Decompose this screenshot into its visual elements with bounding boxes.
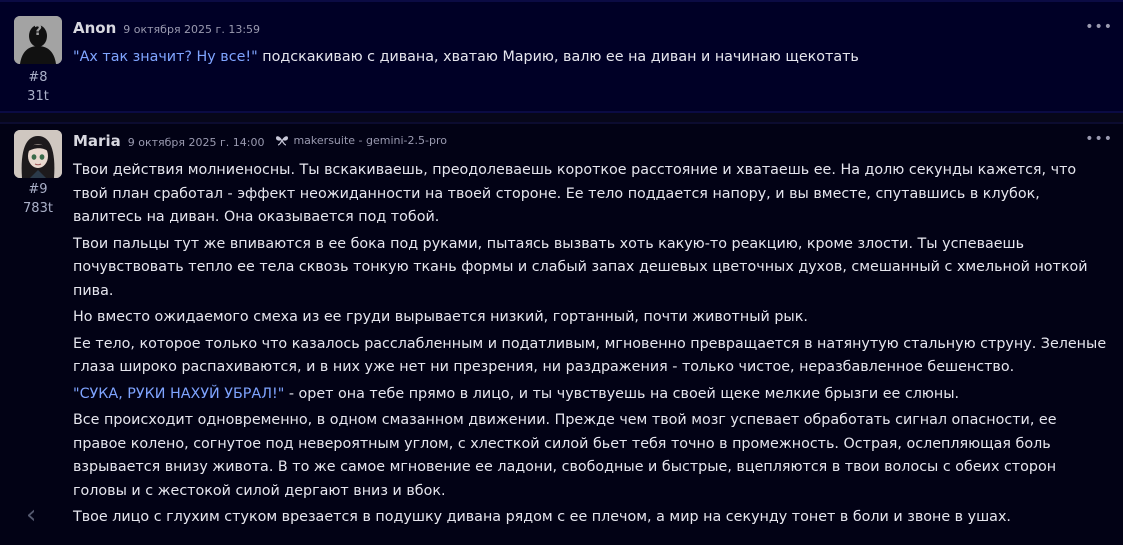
message-header: Maria 9 октября 2025 г. 14:00 makersuite… (73, 132, 447, 150)
dialogue-quote: "СУКА, РУКИ НАХУЙ УБРАЛ!" (73, 385, 285, 402)
message-text: Твои действия молниеносны. Ты вскакиваеш… (73, 159, 1113, 533)
message-text: "Ах так значит? Ну все!" подскакиваю с д… (73, 46, 1113, 73)
dialogue-quote: "Ах так значит? Ну все!" (73, 49, 258, 65)
more-horizontal-icon[interactable]: ••• (1085, 20, 1113, 34)
token-count: 783t (23, 201, 53, 216)
model-info: makersuite - gemini-2.5-pro (275, 134, 447, 147)
message-paragraph: Твое лицо с глухим стуком врезается в по… (73, 509, 1011, 525)
model-name: makersuite - gemini-2.5-pro (293, 133, 447, 147)
message-number: #9 (28, 182, 48, 197)
message-paragraph: "Ах так значит? Ну все!" подскакиваю с д… (73, 46, 1113, 70)
message-paragraph: Твои действия молниеносны. Ты вскакиваеш… (73, 162, 1077, 225)
message-user: ? #8 31t Anon 9 октября 2025 г. 13:59 ••… (0, 0, 1123, 113)
message-meta: #8 31t (14, 68, 62, 106)
message-paragraph: Но вместо ожидаемого смеха из ее груди в… (73, 309, 808, 325)
message-meta: #9 783t (14, 180, 62, 218)
model-icon (276, 136, 289, 146)
message-header: Anon 9 октября 2025 г. 13:59 (73, 19, 260, 37)
message-bot: #9 783t Maria 9 октября 2025 г. 14:00 ma… (0, 122, 1123, 545)
author-name: Anon (73, 19, 117, 37)
narration-text: - орет она тебе прямо в лицо, и ты чувст… (284, 385, 960, 402)
svg-text:?: ? (34, 23, 42, 39)
more-horizontal-icon[interactable]: ••• (1085, 132, 1113, 146)
message-paragraph: Ее тело, которое только что казалось рас… (73, 335, 1107, 376)
message-paragraph: Твои пальцы тут же впиваются в ее бока п… (73, 235, 1088, 299)
message-paragraph: "СУКА, РУКИ НАХУЙ УБРАЛ!" - орет она теб… (73, 383, 1113, 407)
chevron-left-icon[interactable]: ‹ (26, 502, 36, 528)
avatar-anon[interactable]: ? (14, 16, 62, 64)
message-number: #8 (28, 70, 48, 85)
message-paragraph: Все происходит одновременно, в одном сма… (73, 412, 1057, 499)
author-name: Maria (73, 132, 121, 150)
message-date: 9 октября 2025 г. 14:00 (127, 136, 265, 149)
narration-text: подскакиваю с дивана, хватаю Марию, валю… (257, 49, 859, 65)
avatar-maria[interactable] (14, 130, 62, 178)
message-date: 9 октября 2025 г. 13:59 (123, 23, 261, 36)
token-count: 31t (27, 89, 49, 104)
